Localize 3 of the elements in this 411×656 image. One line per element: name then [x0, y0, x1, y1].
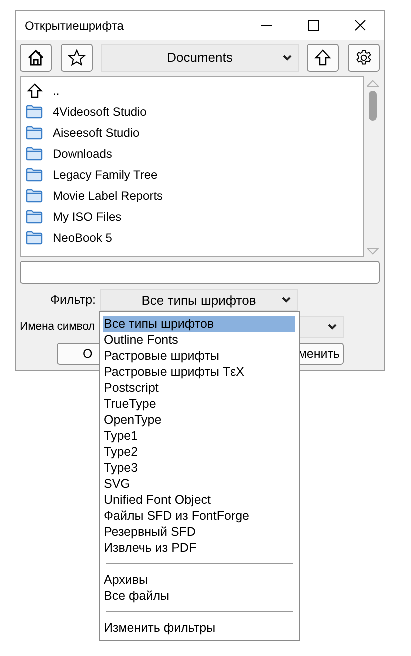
filter-label: Фильтр: — [50, 293, 96, 307]
symbol-names-label: Имена символ — [20, 321, 96, 333]
window-title: Открытиешрифта — [25, 18, 125, 32]
